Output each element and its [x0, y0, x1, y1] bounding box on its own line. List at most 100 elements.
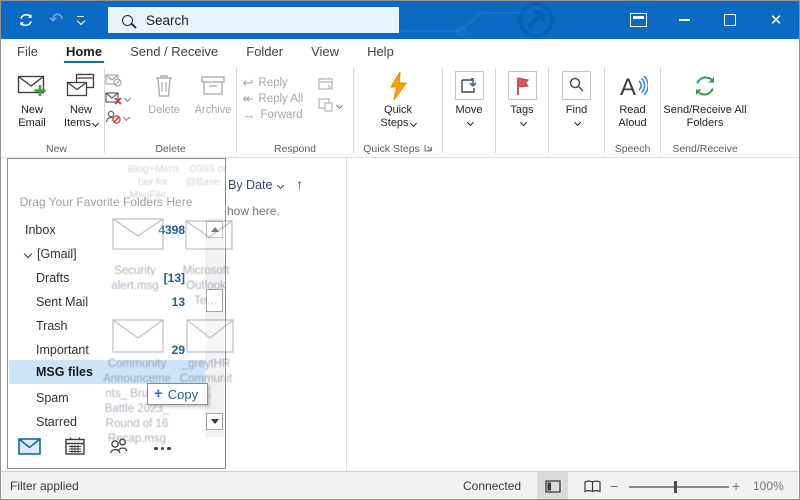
reply-button[interactable]: ↩ Reply	[243, 76, 315, 89]
folder-important[interactable]: Important 29	[9, 338, 211, 362]
connection-status: Connected	[463, 479, 522, 493]
read-aloud-icon: A	[618, 67, 648, 104]
tab-help[interactable]: Help	[353, 39, 408, 63]
ribbon-group-quick-steps: Quick Steps Quick Steps	[354, 63, 442, 157]
forward-button[interactable]: → Forward	[243, 108, 315, 121]
folder-msg-files[interactable]: MSG files	[9, 360, 211, 384]
more-modules-icon[interactable]	[154, 446, 171, 451]
ribbon-group-speech: A Read Aloud Speech	[605, 63, 660, 157]
meeting-button[interactable]	[317, 77, 334, 90]
reply-all-button[interactable]: ↞ Reply All	[243, 92, 315, 105]
tab-view[interactable]: View	[297, 39, 353, 63]
ribbon-group-find: Find	[549, 63, 604, 157]
quick-steps-button[interactable]: Quick Steps	[367, 67, 429, 140]
group-label-respond: Respond	[273, 142, 317, 155]
mail-module-icon[interactable]	[18, 437, 41, 460]
read-aloud-button[interactable]: A Read Aloud	[607, 67, 659, 140]
block-sender-button[interactable]	[105, 110, 131, 124]
people-module-icon[interactable]	[109, 438, 130, 459]
quick-access-toolbar: ↶	[1, 1, 85, 39]
new-email-icon	[17, 67, 48, 104]
tab-file[interactable]: File	[3, 39, 52, 63]
tab-folder[interactable]: Folder	[232, 39, 297, 63]
group-label-new: New	[45, 142, 67, 155]
module-navigation	[8, 437, 235, 460]
pane-divider[interactable]	[346, 158, 347, 471]
copy-drop-tooltip: + Copy	[147, 383, 209, 405]
new-items-icon	[66, 67, 96, 104]
folder-drafts[interactable]: Drafts [13]	[9, 266, 211, 290]
folder-pane: Drag Your Favorite Folders Here Inbox 43…	[7, 158, 226, 469]
minimize-button[interactable]	[661, 1, 707, 39]
chevron-down-icon	[335, 101, 343, 109]
search-bar[interactable]	[108, 7, 399, 33]
share-to-teams-button[interactable]	[317, 98, 343, 112]
expand-chevron-icon[interactable]	[23, 249, 33, 259]
window-controls: ✕	[615, 1, 799, 39]
reply-all-icon: ↞	[242, 91, 254, 106]
delete-button[interactable]: Delete	[141, 67, 187, 140]
lightning-bolt-icon	[387, 67, 409, 104]
unread-count: 13	[171, 295, 185, 309]
zoom-slider-track[interactable]	[629, 486, 729, 488]
group-label-send-receive: Send/Receive	[672, 142, 738, 155]
folder-starred[interactable]: Starred	[9, 410, 211, 434]
customize-quick-access-icon[interactable]	[76, 15, 85, 26]
zoom-slider-thumb[interactable]	[674, 481, 677, 493]
status-bar: Filter applied Connected − + 100%	[1, 471, 799, 499]
move-button[interactable]: Move	[446, 67, 493, 140]
send-receive-all-folders-button[interactable]: Send/Receive All Folders	[662, 67, 748, 140]
ribbon: New Email New Items New Delete Archive D…	[1, 63, 799, 216]
chevron-down-icon	[122, 113, 131, 121]
trash-icon	[153, 67, 175, 104]
group-label-move	[443, 140, 495, 157]
chevron-down-icon	[277, 181, 285, 189]
scroll-up-button[interactable]	[206, 221, 223, 238]
folder-gmail[interactable]: [Gmail]	[9, 242, 211, 266]
dialog-launcher-icon[interactable]	[424, 143, 433, 155]
sort-ascending-icon[interactable]: ↑	[296, 176, 303, 192]
scroll-down-button[interactable]	[206, 413, 223, 430]
folder-inbox[interactable]: Inbox 4398	[9, 218, 211, 242]
sort-by-button[interactable]: By Date	[228, 178, 285, 192]
chevron-down-icon	[91, 119, 99, 128]
close-button[interactable]: ✕	[753, 1, 799, 39]
magnifier-icon	[562, 71, 591, 100]
flag-icon	[507, 71, 537, 100]
scrollbar-thumb[interactable]	[206, 289, 223, 312]
ribbon-group-respond: ↩ Reply ↞ Reply All → Forward Respond	[237, 63, 353, 157]
ribbon-group-tags: Tags	[496, 63, 548, 157]
calendar-module-icon[interactable]	[65, 437, 85, 460]
folder-trash[interactable]: Trash	[9, 314, 211, 338]
group-label-delete: Delete	[155, 142, 186, 155]
layout-view-button[interactable]	[537, 472, 568, 499]
window-dock-icon[interactable]	[615, 1, 661, 39]
search-input[interactable]	[144, 11, 368, 29]
tab-home[interactable]: Home	[52, 39, 116, 63]
ribbon-group-delete: Delete Archive Delete	[105, 63, 236, 157]
reading-view-button[interactable]	[577, 472, 608, 499]
junk-button[interactable]	[105, 92, 132, 105]
folder-sent-mail[interactable]: Sent Mail 13	[9, 290, 211, 314]
new-email-button[interactable]: New Email	[9, 67, 55, 140]
ignore-button[interactable]	[105, 74, 122, 87]
zoom-out-button[interactable]: −	[610, 478, 618, 494]
ribbon-group-move: Move	[443, 63, 495, 157]
archive-button[interactable]: Archive	[190, 67, 236, 140]
archive-icon	[200, 67, 226, 104]
send-receive-icon[interactable]	[17, 11, 35, 29]
new-items-button[interactable]: New Items	[58, 67, 104, 140]
group-label-find	[549, 140, 604, 157]
tab-send-receive[interactable]: Send / Receive	[116, 39, 232, 63]
undo-icon[interactable]: ↶	[49, 10, 63, 30]
find-button[interactable]: Find	[553, 67, 600, 140]
title-bar: ↶ ✕	[1, 1, 799, 39]
chevron-down-icon	[409, 119, 417, 128]
tags-button[interactable]: Tags	[499, 67, 546, 140]
maximize-button[interactable]	[707, 1, 753, 39]
chevron-down-icon	[123, 94, 132, 103]
outlook-window: ↶ ✕ File Home Send / Receive Folder View…	[0, 0, 800, 500]
zoom-in-button[interactable]: +	[732, 478, 740, 494]
titlebar-watermark	[401, 2, 554, 38]
zoom-level[interactable]: 100%	[753, 479, 784, 493]
